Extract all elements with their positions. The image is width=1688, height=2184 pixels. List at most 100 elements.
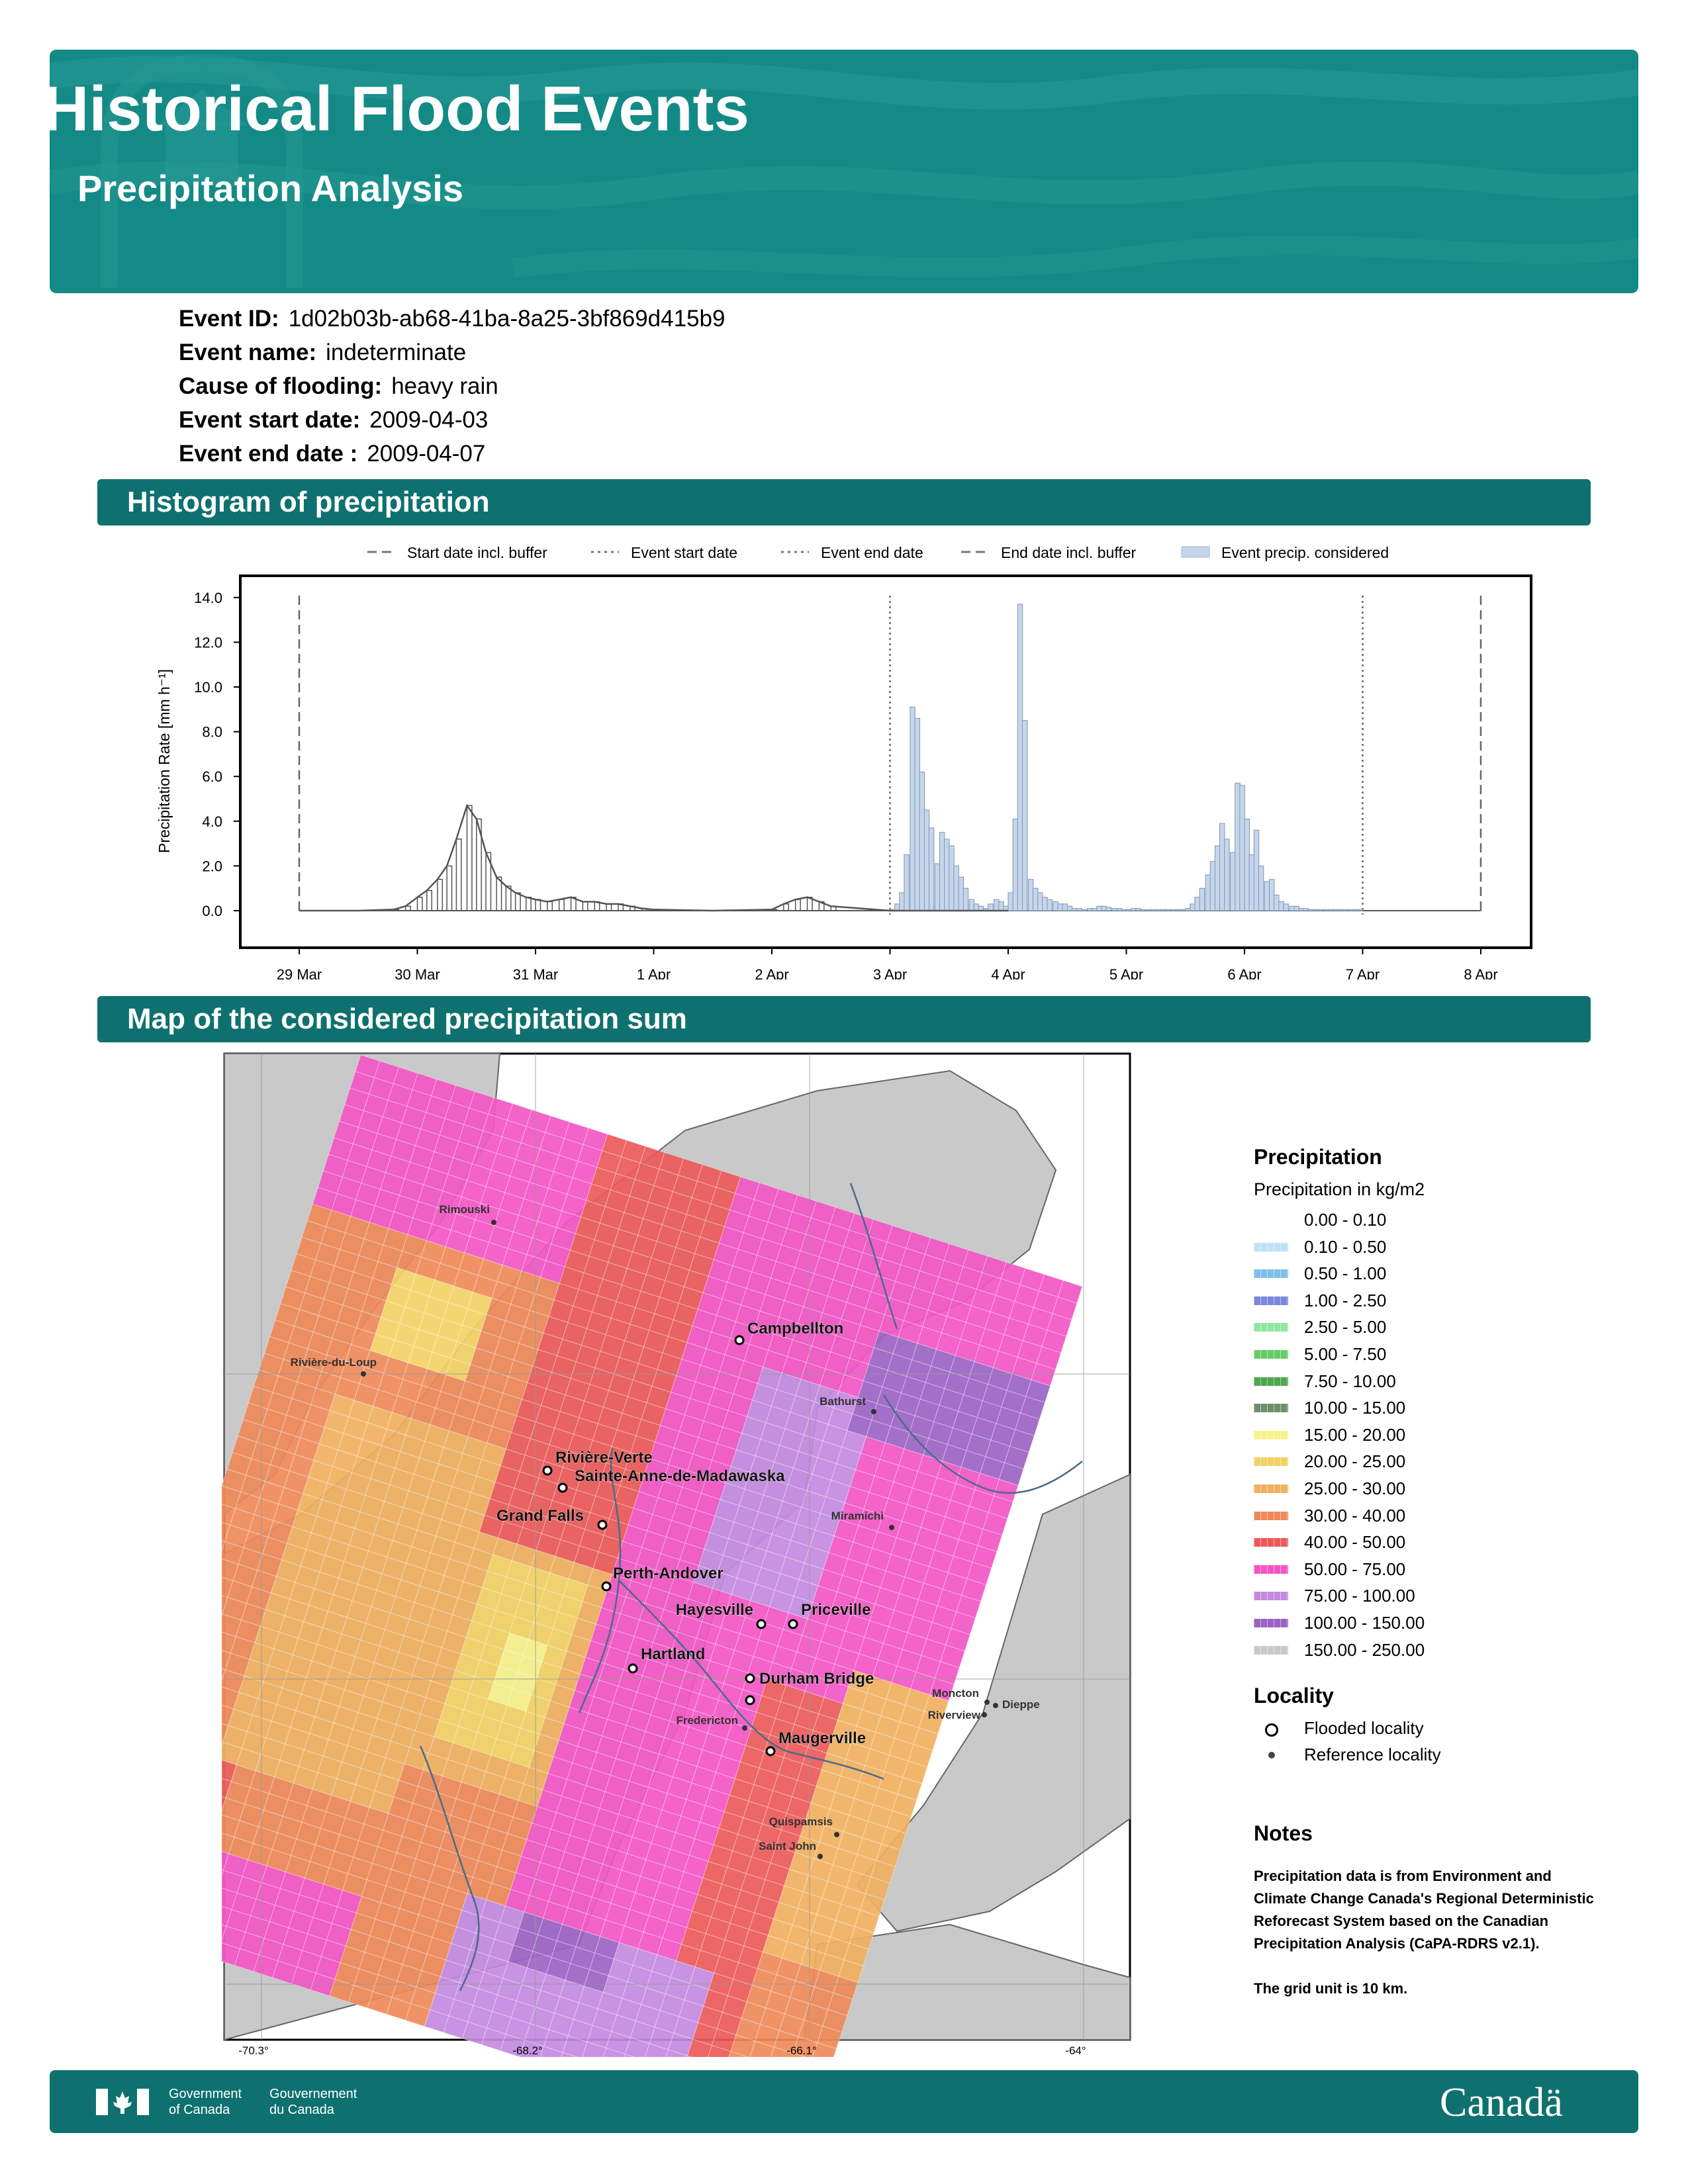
precip-bar	[962, 887, 969, 911]
reference-locality-marker	[889, 1525, 894, 1530]
legend-swatch-considered	[1181, 546, 1210, 558]
reference-locality-label: Rivière-du-Loup	[291, 1356, 377, 1369]
precip-bar	[1076, 908, 1082, 911]
notes-title: Notes	[1254, 1821, 1313, 1845]
x-tick-label: 4 Apr	[991, 966, 1025, 979]
precip-bar	[1307, 909, 1314, 911]
reference-locality-marker	[993, 1703, 998, 1708]
precip-bar	[1042, 897, 1048, 911]
event-end-row: Event end date : 2009-04-07	[179, 441, 485, 467]
canada-flag-icon	[96, 2089, 149, 2115]
y-tick-label: 14.0	[194, 590, 222, 606]
precip-bar	[1164, 909, 1171, 911]
event-start-label: Event start date:	[179, 407, 361, 433]
legend-label-0: Start date incl. buffer	[407, 544, 547, 561]
legend-title: Precipitation	[1254, 1145, 1382, 1169]
y-tick-label: 10.0	[194, 679, 222, 696]
gov-fr-line2: du Canada	[269, 2103, 334, 2117]
precip-bar	[1066, 905, 1073, 911]
legend-class-label: 15.00 - 20.00	[1304, 1424, 1406, 1445]
event-cause-label: Cause of flooding:	[179, 373, 383, 399]
reference-locality-label: Miramichi	[831, 1510, 884, 1522]
precip-bar	[1057, 903, 1063, 911]
page-title: Historical Flood Events	[43, 73, 749, 144]
precip-bar	[1298, 908, 1305, 911]
precip-bar	[928, 827, 935, 911]
precipitation-map: Campbellton Rivière-VerteSainte-Anne-de-M…	[222, 1052, 1131, 2057]
chart-legend: Start date incl. buffer Event start date E…	[367, 544, 1389, 561]
flooded-locality-marker	[734, 1335, 745, 1345]
flooded-locality-label: Flooded locality	[1304, 1718, 1424, 1738]
precip-bar	[1248, 854, 1255, 911]
precip-bar	[923, 809, 930, 911]
histogram-section-header: Histogram of precipitation	[97, 479, 1591, 525]
reference-locality-marker	[871, 1409, 876, 1414]
flooded-locality-marker	[597, 1520, 608, 1530]
longitude-label: -70.3°	[238, 2044, 269, 2057]
legend-class-label: 0.00 - 0.10	[1304, 1210, 1387, 1230]
legend-swatch	[1254, 1430, 1288, 1439]
precip-bar	[1150, 909, 1156, 911]
legend-swatch	[1254, 1404, 1288, 1413]
flooded-locality-label: Durham Bridge	[759, 1670, 874, 1688]
notes-paragraph: Precipitation data is from Environment a…	[1254, 1868, 1594, 1952]
map-section-header: Map of the considered precipitation sum	[97, 996, 1591, 1042]
legend-class-label: 2.50 - 5.00	[1304, 1317, 1387, 1338]
precip-bar	[1160, 909, 1166, 911]
precip-bar	[1205, 874, 1211, 911]
x-tick-label: 7 Apr	[1346, 966, 1380, 979]
precip-bar	[1101, 905, 1107, 911]
x-tick-label: 30 Mar	[395, 966, 440, 979]
precip-bar	[958, 876, 964, 911]
event-id-row: Event ID: 1d02b03b-ab68-41ba-8a25-3bf869d…	[179, 306, 725, 332]
flooded-locality-label: Rivière-Verte	[555, 1449, 653, 1467]
event-name-label: Event name:	[179, 340, 317, 365]
precip-bar	[1348, 909, 1354, 911]
precip-bar	[1283, 903, 1289, 911]
reference-locality-marker	[742, 1725, 747, 1731]
precip-bar	[1209, 861, 1216, 911]
reference-locality-marker	[982, 1712, 987, 1717]
legend-class-label: 40.00 - 50.00	[1304, 1532, 1406, 1553]
precip-bar	[1274, 894, 1280, 911]
y-tick-label: 4.0	[202, 813, 222, 830]
precip-bar	[1303, 908, 1309, 911]
longitude-label: -64°	[1065, 2044, 1086, 2057]
legend-class-label: 10.00 - 15.00	[1304, 1398, 1406, 1418]
legend-label-1: Event start date	[631, 544, 737, 561]
event-name-row: Event name: indeterminate	[179, 340, 466, 366]
notes-grid-unit: The grid unit is 10 km.	[1254, 1980, 1408, 1997]
legend-label-3: End date incl. buffer	[1001, 544, 1136, 561]
precip-bar	[1155, 909, 1162, 911]
chart-x-axis: 29 Mar 30 Mar 31 Mar 1 Apr 2 Apr 3 Apr 4 Apr 5 …	[277, 948, 1498, 979]
precip-bar	[1071, 908, 1078, 911]
flooded-locality-marker	[601, 1581, 612, 1592]
precip-bar	[1235, 782, 1241, 911]
legend-label-4: Event precip. considered	[1221, 544, 1389, 561]
precip-bar	[1170, 909, 1177, 911]
reference-locality-label: Bathurst	[820, 1395, 866, 1408]
precip-bar	[1105, 907, 1112, 911]
flooded-locality-marker	[1265, 1723, 1278, 1737]
flooded-locality-marker	[765, 1746, 776, 1756]
precip-bar	[1021, 720, 1028, 911]
legend-class-label: 50.00 - 75.00	[1304, 1559, 1406, 1579]
legend-swatch	[1254, 1377, 1288, 1386]
reference-locality-marker	[818, 1854, 823, 1859]
precip-bar	[1342, 909, 1348, 911]
flooded-locality-marker	[745, 1695, 755, 1706]
flooded-locality-marker	[756, 1619, 767, 1629]
precip-bar	[1190, 903, 1196, 911]
precip-bar	[1126, 909, 1132, 911]
precip-bar	[994, 899, 1000, 911]
page-subtitle: Precipitation Analysis	[77, 167, 463, 209]
notes-text: Precipitation data is from Environment a…	[1254, 1865, 1598, 2000]
precip-bar	[1092, 908, 1098, 911]
precip-bar	[949, 845, 955, 911]
precip-bar	[1194, 897, 1200, 911]
legend-swatch	[1254, 1323, 1288, 1332]
legend-class-label: 1.00 - 2.50	[1304, 1290, 1387, 1310]
event-name-value: indeterminate	[326, 340, 467, 365]
precip-bar	[1037, 892, 1043, 911]
precip-bar	[1258, 865, 1264, 911]
